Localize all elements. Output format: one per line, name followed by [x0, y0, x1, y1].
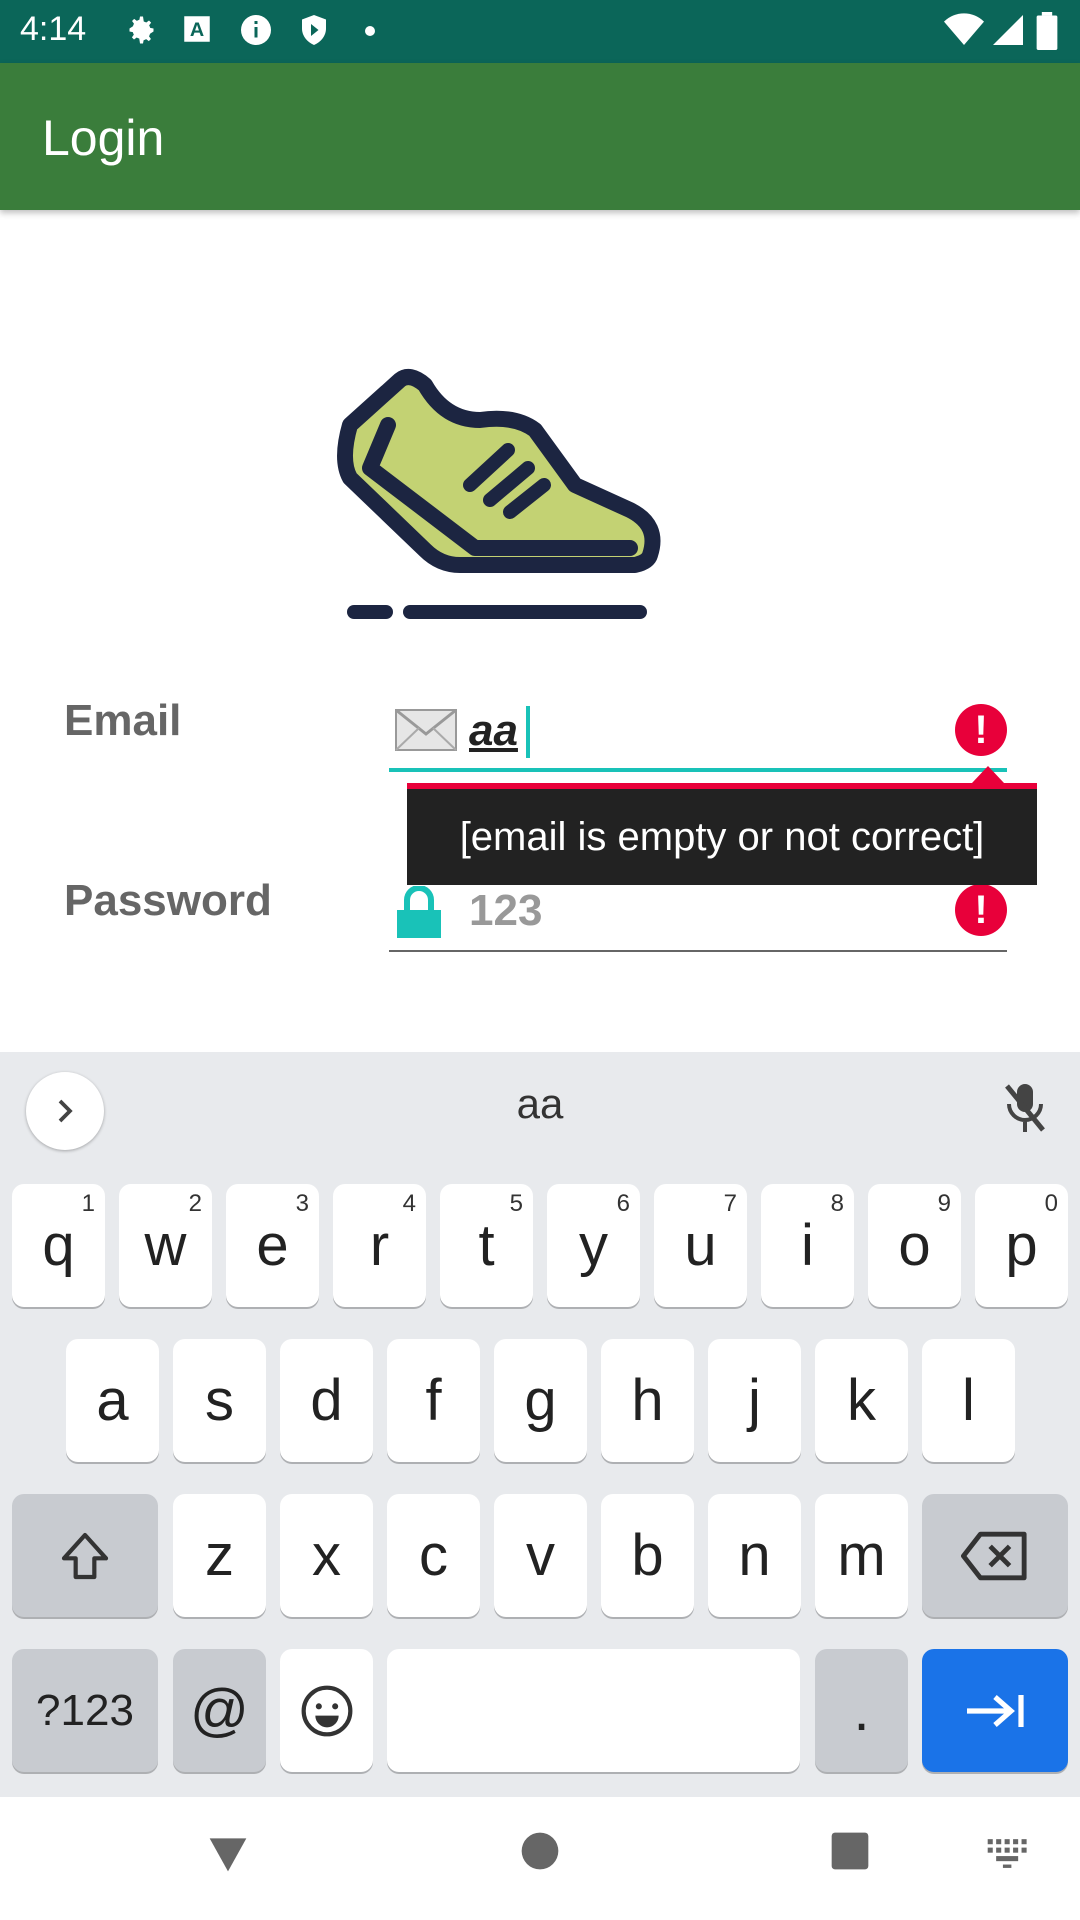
email-label: Email — [64, 696, 182, 745]
tooltip-text: [email is empty or not correct] — [459, 814, 985, 859]
key-p[interactable]: p0 — [975, 1184, 1068, 1307]
key-q[interactable]: q1 — [12, 1184, 105, 1307]
spacebar-key[interactable] — [387, 1649, 800, 1772]
password-field[interactable]: 123 ! — [389, 876, 1007, 952]
suggestion-word[interactable]: aa — [440, 1080, 640, 1128]
back-icon[interactable] — [206, 1831, 250, 1880]
key-z[interactable]: z — [173, 1494, 266, 1617]
key-v[interactable]: v — [494, 1494, 587, 1617]
shield-icon — [296, 12, 332, 53]
info-icon — [238, 12, 274, 53]
backspace-icon — [961, 1531, 1027, 1580]
key-l[interactable]: l — [922, 1339, 1015, 1462]
password-error-icon[interactable]: ! — [955, 884, 1007, 936]
recents-icon[interactable] — [830, 1831, 870, 1876]
backspace-key[interactable] — [922, 1494, 1068, 1617]
mic-off-icon[interactable] — [1000, 1080, 1050, 1141]
app-bar: Login — [0, 63, 1080, 210]
shift-icon — [61, 1532, 109, 1579]
key-e[interactable]: e3 — [226, 1184, 319, 1307]
page-title: Login — [42, 110, 165, 166]
key-h[interactable]: h — [601, 1339, 694, 1462]
navigation-bar — [0, 1797, 1080, 1920]
key-k[interactable]: k — [815, 1339, 908, 1462]
password-value: 123 — [469, 886, 543, 935]
chevron-right-icon[interactable] — [26, 1072, 104, 1150]
key-n[interactable]: n — [708, 1494, 801, 1617]
dot-icon — [364, 24, 376, 42]
symbols-key[interactable]: ?123 — [12, 1649, 158, 1772]
wifi-icon — [944, 12, 984, 53]
status-time: 4:14 — [20, 10, 87, 48]
next-key[interactable] — [922, 1649, 1068, 1772]
key-x[interactable]: x — [280, 1494, 373, 1617]
email-error-tooltip: [email is empty or not correct] — [407, 783, 1037, 885]
email-value: aa — [469, 706, 518, 755]
key-o[interactable]: o9 — [868, 1184, 961, 1307]
key-g[interactable]: g — [494, 1339, 587, 1462]
status-bar: 4:14 A — [0, 0, 1080, 63]
key-b[interactable]: b — [601, 1494, 694, 1617]
password-label: Password — [64, 876, 272, 925]
at-key[interactable]: @ — [173, 1649, 266, 1772]
battery-icon — [1036, 12, 1058, 55]
a-icon: A — [180, 12, 214, 51]
text-caret — [526, 706, 530, 758]
soft-keyboard: aa q1 w2 e3 r4 t5 y6 u7 i8 o9 p0 a s d f… — [0, 1052, 1080, 1797]
tab-arrow-icon — [967, 1694, 1024, 1727]
key-r[interactable]: r4 — [333, 1184, 426, 1307]
keyboard-switch-icon[interactable] — [986, 1831, 1030, 1876]
password-underline — [389, 950, 1007, 952]
key-w[interactable]: w2 — [119, 1184, 212, 1307]
key-t[interactable]: t5 — [440, 1184, 533, 1307]
home-icon[interactable] — [520, 1831, 560, 1876]
key-a[interactable]: a — [66, 1339, 159, 1462]
period-key[interactable]: . — [815, 1649, 908, 1772]
envelope-icon — [395, 706, 457, 759]
key-s[interactable]: s — [173, 1339, 266, 1462]
key-f[interactable]: f — [387, 1339, 480, 1462]
key-y[interactable]: y6 — [547, 1184, 640, 1307]
key-j[interactable]: j — [708, 1339, 801, 1462]
email-field[interactable]: aa ! — [389, 696, 1007, 772]
key-m[interactable]: m — [815, 1494, 908, 1617]
emoji-icon — [301, 1685, 352, 1736]
tooltip-arrow — [972, 766, 1004, 783]
lock-icon — [395, 885, 443, 945]
suggestion-strip: aa — [0, 1052, 1080, 1164]
email-underline — [389, 768, 1007, 772]
signal-icon — [990, 12, 1026, 53]
settings-icon — [122, 12, 158, 53]
key-u[interactable]: u7 — [654, 1184, 747, 1307]
key-i[interactable]: i8 — [761, 1184, 854, 1307]
key-c[interactable]: c — [387, 1494, 480, 1617]
svg-text:A: A — [190, 19, 204, 41]
key-d[interactable]: d — [280, 1339, 373, 1462]
email-error-icon[interactable]: ! — [955, 704, 1007, 756]
shift-key[interactable] — [12, 1494, 158, 1617]
emoji-key[interactable] — [280, 1649, 373, 1772]
shoe-logo — [330, 350, 750, 630]
